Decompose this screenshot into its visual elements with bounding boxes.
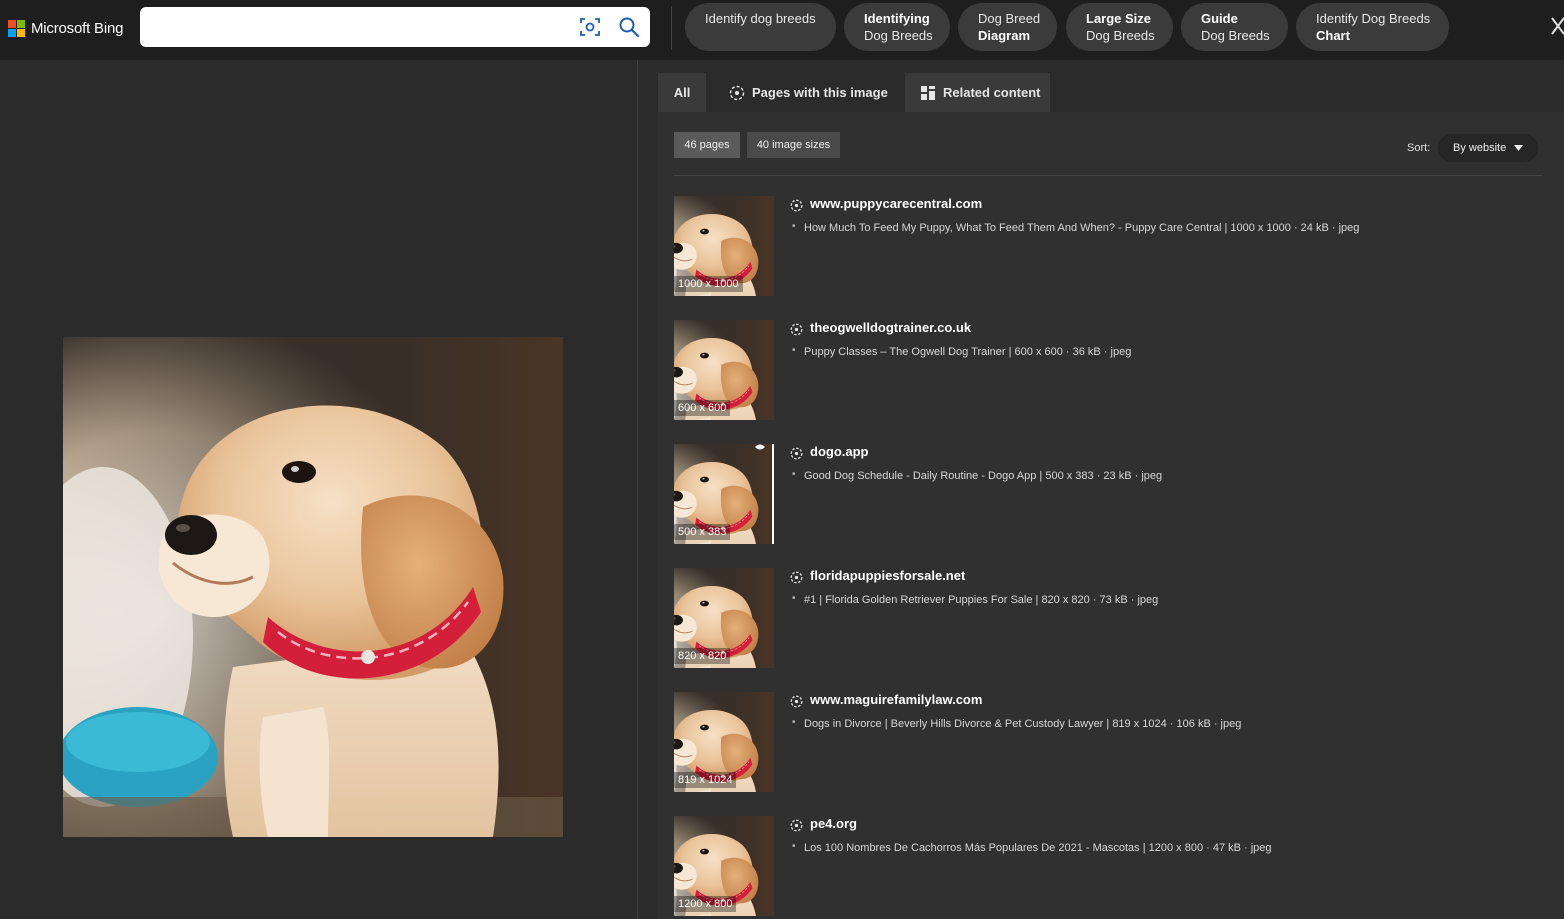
chip-line-2: Diagram	[978, 28, 1031, 43]
page-result: 500 x 383 dogo.app • Good Dog Schedule -…	[674, 444, 1554, 544]
page-result: 1000 x 1000 www.puppycarecentral.com • H…	[674, 196, 1554, 296]
globe-icon	[729, 85, 745, 100]
bullet: •	[792, 221, 796, 232]
chip-line-2: Dog Breeds	[1201, 28, 1270, 43]
results-divider	[674, 175, 1542, 176]
page-result: 819 x 1024 www.maguirefamilylaw.com • Do…	[674, 692, 1554, 792]
result-site-link[interactable]: floridapuppiesforsale.net	[810, 568, 965, 583]
related-search-chip[interactable]: Guide Dog Breeds	[1181, 3, 1288, 51]
bullet: •	[792, 469, 796, 480]
result-thumbnail[interactable]: 819 x 1024	[674, 692, 774, 792]
search-icon[interactable]	[618, 16, 640, 38]
globe-icon	[790, 695, 803, 708]
result-site-link[interactable]: pe4.org	[810, 816, 857, 831]
sort-dropdown[interactable]: By website	[1438, 134, 1538, 162]
thumbnail-size-label: 1200 x 800	[674, 896, 737, 912]
chip-line-1: Large Size	[1086, 11, 1152, 26]
image-sizes-filter[interactable]: 40 image sizes	[747, 132, 840, 158]
result-thumbnail[interactable]: 1000 x 1000	[674, 196, 774, 296]
chip-line-1: Identify dog breeds	[705, 11, 816, 26]
result-site-link[interactable]: theogwelldogtrainer.co.uk	[810, 320, 971, 335]
thumbnail-size-label: 819 x 1024	[674, 772, 737, 788]
page-result: 820 x 820 floridapuppiesforsale.net • #1…	[674, 568, 1554, 668]
thumbnail-size-label: 1000 x 1000	[674, 276, 743, 292]
result-thumbnail[interactable]: 600 x 600	[674, 320, 774, 420]
chip-line-1: Guide	[1201, 11, 1238, 26]
sort-label: Sort:	[1407, 142, 1431, 154]
main-puppy-image[interactable]	[63, 337, 563, 837]
bing-logo[interactable]: Microsoft Bing	[8, 18, 123, 38]
result-thumbnail[interactable]: 820 x 820	[674, 568, 774, 668]
chip-line-1: Identifying	[864, 11, 930, 26]
bullet: •	[792, 593, 796, 604]
related-search-chip[interactable]: Identifying Dog Breeds	[844, 3, 950, 51]
globe-icon	[790, 819, 803, 832]
sort-value: By website	[1453, 142, 1507, 154]
thumbnail-size-label: 500 x 383	[674, 524, 731, 540]
result-thumbnail[interactable]: 500 x 383	[674, 444, 774, 544]
related-search-chip[interactable]: Large Size Dog Breeds	[1066, 3, 1173, 51]
thumbnail-size-label: 820 x 820	[674, 648, 731, 664]
caret-down-icon	[1514, 145, 1523, 151]
chip-line-1: Identify Dog Breeds	[1316, 11, 1431, 26]
chip-line-2: Dog Breeds	[864, 28, 933, 43]
related-search-chip[interactable]: Identify dog breeds	[685, 3, 836, 51]
tab-related-content[interactable]: Related content	[905, 73, 1050, 112]
bullet: •	[792, 345, 796, 356]
tab-label: Related content	[943, 85, 1041, 100]
globe-icon	[790, 571, 803, 584]
chip-line-2: Dog Breeds	[1086, 28, 1155, 43]
result-thumbnail[interactable]: 1200 x 800	[674, 816, 774, 916]
thumbnail-edge-marker	[772, 444, 774, 544]
result-description-link[interactable]: How Much To Feed My Puppy, What To Feed …	[804, 222, 1359, 234]
globe-icon	[790, 447, 803, 460]
pane-divider	[637, 60, 638, 919]
tab-label: All	[673, 85, 691, 100]
grid-icon	[921, 85, 935, 100]
thumbnail-size-label: 600 x 600	[674, 400, 731, 416]
related-search-chip[interactable]: Identify Dog Breeds Chart	[1296, 3, 1449, 51]
brand-name: Microsoft Bing	[31, 19, 124, 37]
result-description-link[interactable]: #1 | Florida Golden Retriever Puppies Fo…	[804, 594, 1158, 606]
search-box	[140, 7, 650, 47]
top-bar: Microsoft Bing Identify dog breeds Ident…	[0, 0, 1564, 60]
result-description-link[interactable]: Good Dog Schedule - Daily Routine - Dogo…	[804, 470, 1162, 482]
result-site-link[interactable]: www.maguirefamilylaw.com	[810, 692, 982, 707]
visual-search-icon[interactable]	[580, 17, 600, 37]
header-divider	[671, 6, 672, 50]
chip-line-1: Dog Breed	[978, 11, 1041, 26]
result-description-link[interactable]: Puppy Classes – The Ogwell Dog Trainer |…	[804, 346, 1131, 358]
bullet: •	[792, 841, 796, 852]
page-result: 1200 x 800 pe4.org • Los 100 Nombres De …	[674, 816, 1554, 916]
tab-pages-with-this-image[interactable]: Pages with this image	[714, 73, 897, 112]
microsoft-logo-icon	[8, 19, 25, 37]
related-search-chip[interactable]: Dog Breed Diagram	[958, 3, 1057, 51]
result-site-link[interactable]: www.puppycarecentral.com	[810, 196, 982, 211]
globe-icon	[790, 323, 803, 336]
visual-search-badge-icon	[755, 444, 765, 450]
tab-label: Pages with this image	[752, 85, 888, 100]
bullet: •	[792, 717, 796, 728]
result-description-link[interactable]: Los 100 Nombres De Cachorros Más Popular…	[804, 842, 1272, 854]
close-icon[interactable]	[1548, 14, 1564, 38]
globe-icon	[790, 199, 803, 212]
chip-line-2: Chart	[1316, 28, 1350, 43]
result-site-link[interactable]: dogo.app	[810, 444, 869, 459]
tab-all[interactable]: All	[658, 73, 706, 112]
search-input[interactable]	[152, 15, 562, 39]
page-result: 600 x 600 theogwelldogtrainer.co.uk • Pu…	[674, 320, 1554, 420]
pages-count-filter[interactable]: 46 pages	[674, 132, 740, 158]
result-description-link[interactable]: Dogs in Divorce | Beverly Hills Divorce …	[804, 718, 1241, 730]
